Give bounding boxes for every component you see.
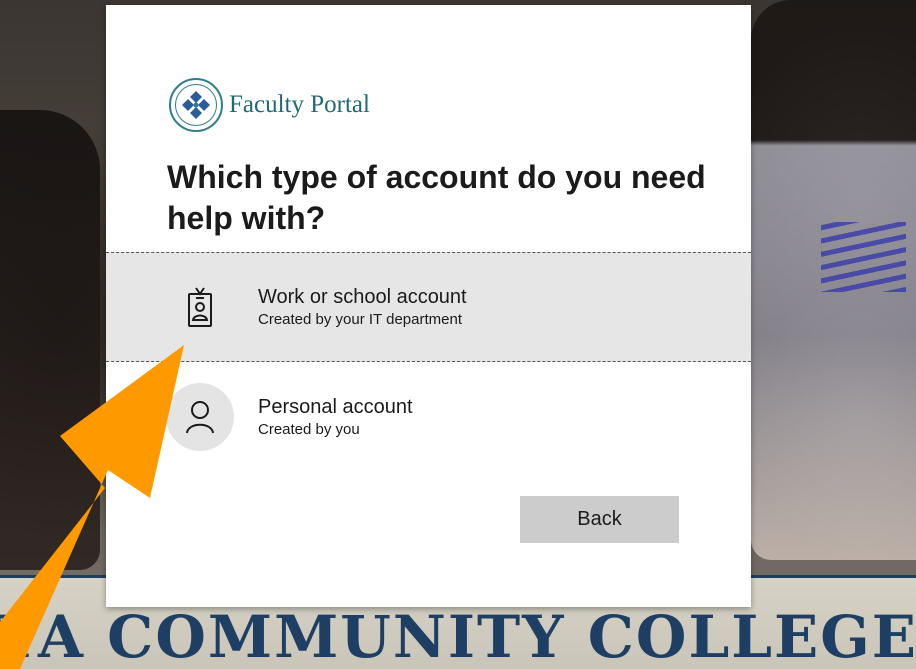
work-school-account-option[interactable]: Work or school account Created by your I…	[106, 252, 751, 362]
option-subtitle: Created by you	[258, 420, 360, 438]
option-title: Work or school account	[258, 285, 467, 308]
option-subtitle: Created by your IT department	[258, 310, 462, 328]
background-banner-text: TA COMMUNITY COLLEGE DIST	[0, 603, 916, 669]
account-type-dialog: Faculty Portal Which type of account do …	[106, 5, 751, 607]
college-seal-logo	[169, 78, 223, 132]
back-button[interactable]: Back	[520, 496, 679, 543]
brand-name: Faculty Portal	[229, 91, 370, 118]
id-badge-icon	[166, 273, 234, 341]
dialog-title: Which type of account do you need help w…	[167, 159, 706, 236]
person-icon	[166, 383, 234, 451]
option-title: Personal account	[258, 395, 413, 418]
seal-emblem-icon	[182, 91, 210, 119]
brand-logo: Faculty Portal	[169, 78, 370, 132]
background-person-left	[0, 110, 100, 570]
personal-account-option[interactable]: Personal account Created by you	[106, 362, 751, 472]
background-sweater-stripes	[821, 222, 906, 292]
